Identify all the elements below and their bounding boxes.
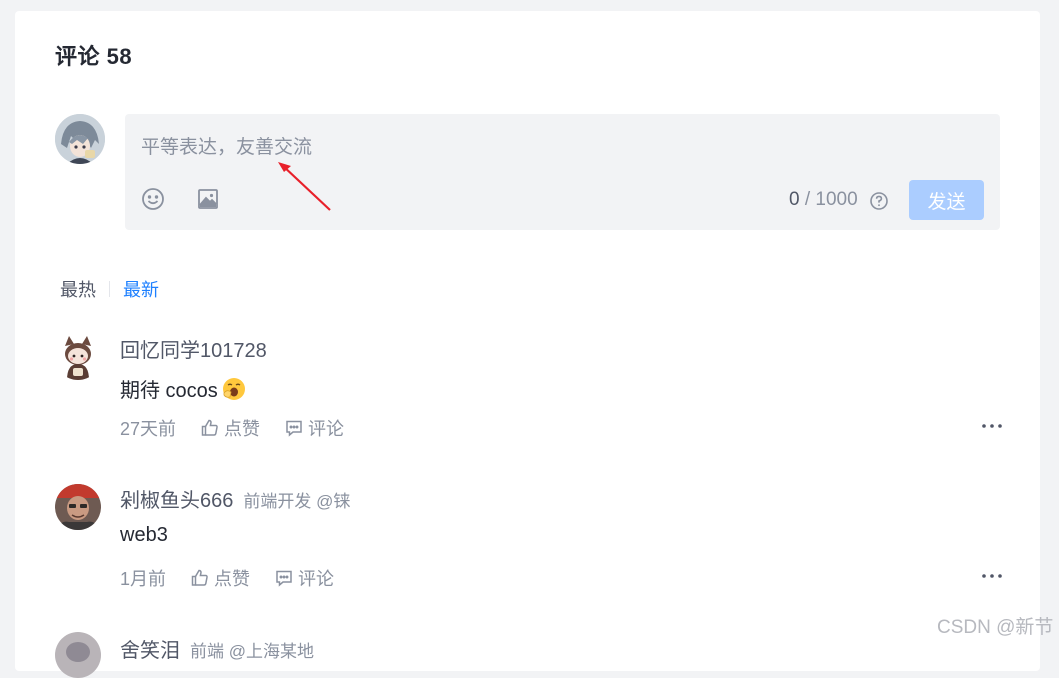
like-button[interactable]: 点赞 (190, 565, 250, 591)
thumbs-up-icon (201, 419, 218, 436)
comment-time: 1月前 (120, 569, 167, 589)
comment-section: 评论 58 平等表达，友善交流 0 / 1000 发送 最热 最新 回忆同学10… (15, 11, 1040, 678)
comment-text-content: web3 (120, 524, 168, 546)
avatar[interactable] (55, 334, 101, 380)
avatar[interactable] (55, 632, 101, 678)
reply-button[interactable]: 评论 (274, 565, 334, 591)
tab-newest[interactable]: 最新 (123, 276, 159, 302)
char-counter: 0 / 1000 (789, 189, 858, 211)
image-icon[interactable] (195, 186, 221, 212)
comment-actions: 1月前 点赞 评论 (120, 565, 334, 591)
author-meta: 前端开发 @铼 (243, 492, 351, 511)
comment-item: 剁椒鱼头666 前端开发 @铼 web3 1月前 点赞 评论 (55, 484, 1005, 594)
tab-hottest[interactable]: 最热 (60, 276, 96, 302)
comment-item: 回忆同学101728 期待 cocos 27天前 点赞 评论 (55, 334, 1005, 444)
comment-text: 期待 cocos (120, 374, 247, 403)
comment-count-title: 评论 58 (55, 44, 133, 69)
like-label: 点赞 (214, 569, 251, 589)
reply-button[interactable]: 评论 (284, 415, 344, 441)
reply-label: 评论 (308, 419, 345, 439)
char-count-current: 0 (789, 189, 800, 210)
yawning-face-emoji-icon (221, 376, 247, 402)
comment-actions: 27天前 点赞 评论 (120, 415, 344, 441)
sort-tabs: 最热 最新 (60, 276, 159, 302)
comment-editor[interactable]: 平等表达，友善交流 0 / 1000 发送 (125, 114, 1000, 230)
current-user-avatar (55, 114, 105, 164)
reply-label: 评论 (298, 569, 335, 589)
comment-item: 舍笑泪 前端 @上海某地 (55, 632, 1005, 678)
comment-author[interactable]: 舍笑泪 前端 @上海某地 (120, 634, 314, 663)
emoji-icon[interactable] (140, 186, 166, 212)
more-options-icon[interactable] (979, 570, 1005, 582)
comment-bubble-icon (286, 420, 302, 437)
avatar[interactable] (55, 484, 101, 530)
char-count-max: / 1000 (804, 189, 858, 210)
comment-time: 27天前 (120, 419, 177, 439)
author-name[interactable]: 舍笑泪 (120, 640, 180, 662)
comment-author[interactable]: 回忆同学101728 (120, 334, 267, 363)
like-button[interactable]: 点赞 (200, 415, 260, 441)
author-name[interactable]: 剁椒鱼头666 (120, 490, 233, 512)
comment-bubble-icon (276, 570, 292, 587)
tab-divider (109, 281, 110, 297)
author-name[interactable]: 回忆同学101728 (120, 340, 267, 362)
like-label: 点赞 (224, 419, 261, 439)
comment-text-content: 期待 cocos (120, 380, 218, 402)
watermark-text: CSDN @新节 (937, 617, 1054, 638)
help-icon[interactable] (868, 190, 890, 212)
comment-text: web3 (120, 524, 168, 547)
annotation-arrow (278, 162, 331, 211)
send-button[interactable]: 发送 (909, 180, 984, 220)
thumbs-up-icon (191, 569, 208, 586)
author-meta: 前端 @上海某地 (190, 642, 314, 661)
comment-author[interactable]: 剁椒鱼头666 前端开发 @铼 (120, 484, 350, 513)
comment-input-placeholder[interactable]: 平等表达，友善交流 (141, 132, 312, 159)
more-options-icon[interactable] (979, 420, 1005, 432)
